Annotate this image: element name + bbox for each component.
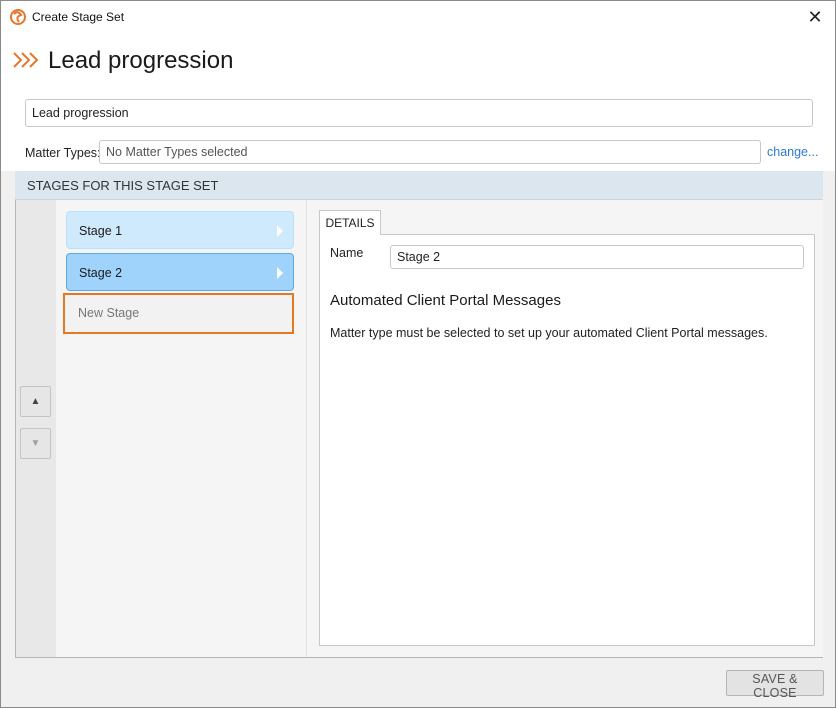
close-icon: ✕	[807, 6, 823, 27]
close-button[interactable]: ✕	[795, 1, 835, 33]
stage-set-name-input[interactable]	[25, 99, 813, 127]
triangle-down-icon: ▼	[30, 438, 41, 449]
matter-types-label: Matter Types:	[25, 146, 101, 160]
change-matter-types-link[interactable]: change...	[767, 145, 818, 159]
window-title: Create Stage Set	[32, 10, 125, 24]
stage-list-item-selected[interactable]: Stage 2	[66, 253, 294, 291]
stage-list: Stage 1 Stage 2 New Stage	[56, 200, 306, 657]
move-down-button[interactable]: ▼	[20, 428, 51, 459]
details-panel: DETAILS Name Automated Client Portal Mes…	[306, 200, 823, 657]
page-title: Lead progression	[48, 47, 234, 74]
save-close-button[interactable]: SAVE & CLOSE	[726, 670, 824, 700]
details-content: Name Automated Client Portal Messages Ma…	[319, 234, 815, 646]
stage-list-item[interactable]: Stage 1	[66, 211, 294, 249]
stage-label: Stage 1	[79, 224, 123, 238]
new-stage-input[interactable]: New Stage	[63, 293, 294, 334]
double-chevron-right-icon	[13, 52, 39, 68]
portal-messages-heading: Automated Client Portal Messages	[330, 292, 561, 309]
reorder-strip: ▲ ▼	[16, 200, 56, 657]
triangle-right-icon	[277, 267, 283, 279]
stage-name-input[interactable]	[390, 245, 804, 269]
stages-section-header: STAGES FOR THIS STAGE SET	[15, 171, 823, 200]
move-up-button[interactable]: ▲	[20, 386, 51, 417]
app-logo-icon	[10, 9, 26, 25]
create-stage-set-dialog: Create Stage Set ✕ Lead progression Matt…	[0, 0, 836, 708]
matter-types-field[interactable]: No Matter Types selected	[99, 140, 761, 164]
stage-label: Stage 2	[79, 266, 123, 280]
tab-details[interactable]: DETAILS	[319, 210, 381, 235]
title-bar: Create Stage Set ✕	[1, 1, 835, 33]
triangle-up-icon: ▲	[30, 396, 41, 407]
stage-name-label: Name	[330, 246, 364, 260]
portal-messages-info: Matter type must be selected to set up y…	[330, 326, 768, 340]
triangle-right-icon	[277, 225, 283, 237]
stages-panel: ▲ ▼ Stage 1 Stage 2 New Stage DETAILS Na…	[15, 200, 823, 658]
